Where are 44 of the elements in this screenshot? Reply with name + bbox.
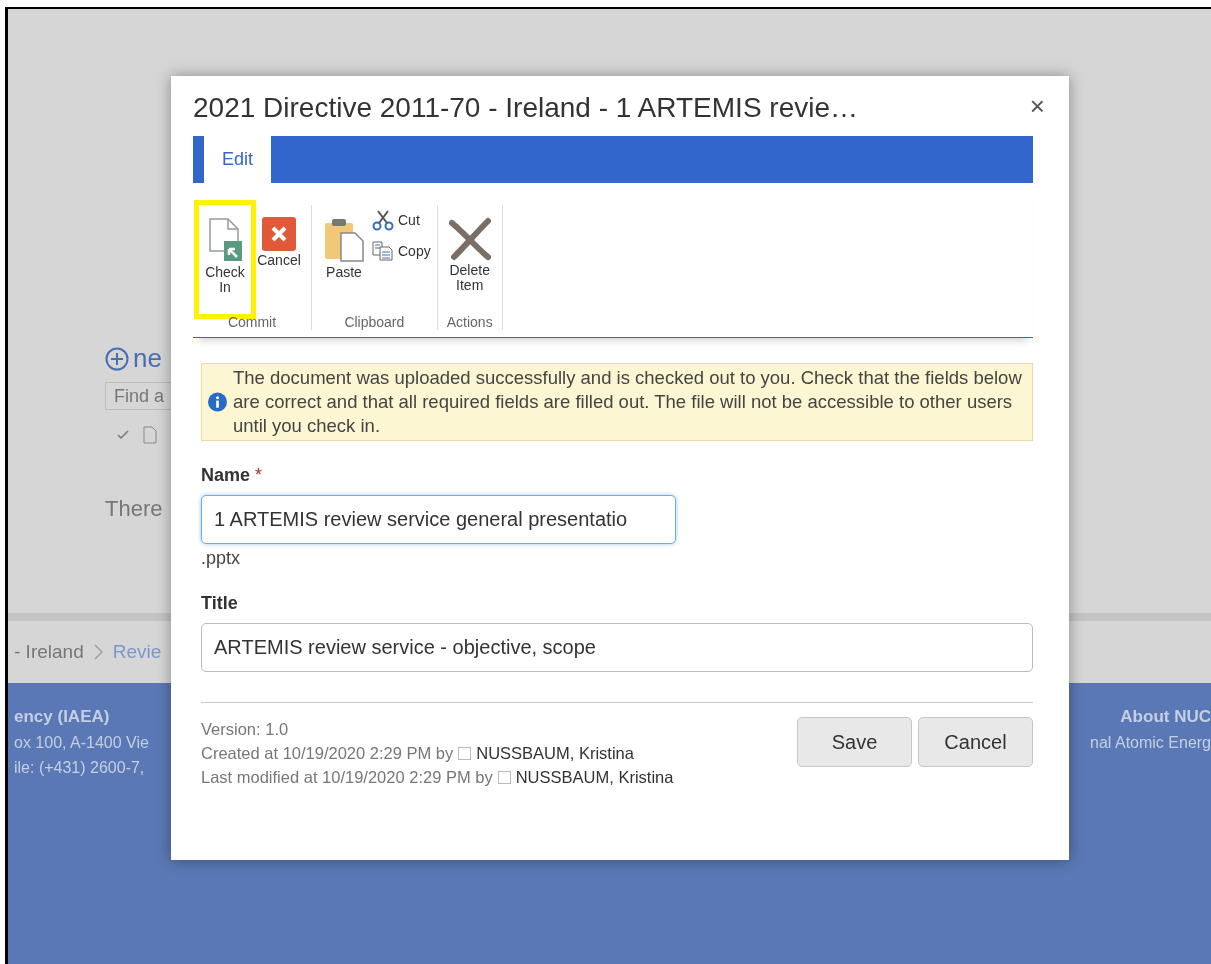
cut-button[interactable]: Cut bbox=[372, 209, 431, 231]
user-photo-icon bbox=[497, 770, 511, 784]
check-icon bbox=[117, 430, 129, 440]
empty-list-text: There bbox=[105, 496, 163, 522]
footer-text: ile: (+431) 2600-7, bbox=[14, 759, 146, 777]
chevron-icon bbox=[93, 644, 103, 660]
copy-icon bbox=[372, 241, 394, 261]
info-icon bbox=[208, 392, 227, 412]
user-photo-icon bbox=[458, 746, 472, 760]
copy-button[interactable]: Copy bbox=[372, 241, 431, 261]
timestamp-text: Last modified at 10/19/2020 2:29 PM by bbox=[201, 767, 493, 788]
paste-button[interactable]: Paste bbox=[318, 205, 370, 314]
user-link[interactable]: NUSSBAUM, Kristina bbox=[476, 741, 634, 765]
ribbon-group-label: Clipboard bbox=[344, 314, 405, 330]
user-link[interactable]: NUSSBAUM, Kristina bbox=[515, 765, 674, 789]
delete-button[interactable]: Delete Item bbox=[443, 205, 496, 314]
dialog-title: 2021 Directive 2011-70 - Ireland - 1 ARTEMIS revie… bbox=[193, 91, 859, 124]
close-button[interactable]: × bbox=[1029, 90, 1045, 122]
close-icon bbox=[262, 217, 296, 251]
ribbon-group-label: Commit bbox=[227, 314, 277, 330]
check-in-button[interactable]: Check In bbox=[199, 205, 251, 314]
text-field[interactable]: 1 ARTEMIS review service general presentatio bbox=[201, 495, 676, 544]
x-mark-icon bbox=[447, 217, 492, 261]
version-text: Version: 1.0 bbox=[201, 719, 290, 740]
timestamp-text: Created at 10/19/2020 2:29 PM by bbox=[201, 743, 454, 764]
footer-text: ox 100, A-1400 Vie bbox=[14, 734, 149, 752]
document-icon bbox=[143, 426, 157, 444]
document-arrow-icon bbox=[208, 217, 242, 263]
plus-circle-icon bbox=[105, 346, 129, 371]
footer-text: About NUC bbox=[1120, 707, 1211, 727]
field-label: Name * bbox=[201, 465, 263, 486]
footer-text: nal Atomic Energ bbox=[1090, 734, 1211, 752]
footer-text: ency (IAEA) bbox=[14, 707, 111, 727]
ribbon-group-label: Actions bbox=[446, 314, 493, 330]
clipboard-icon bbox=[323, 217, 365, 263]
field-label: Title bbox=[201, 593, 238, 614]
cancel-button[interactable]: Cancel bbox=[253, 205, 305, 314]
ribbon-tab[interactable]: Edit bbox=[204, 136, 272, 183]
message-text: The document was uploaded successfully and is checked out to you. Check that the fields below are correct and that all required fields are filled out. The file will not be accessible to other users until you check in. bbox=[233, 366, 1023, 438]
scissors-icon bbox=[372, 209, 394, 231]
text-field[interactable]: ARTEMIS review service - objective, scope bbox=[201, 623, 1033, 672]
save-button[interactable]: Save bbox=[797, 717, 912, 767]
file-extension-text: .pptx bbox=[201, 548, 241, 569]
cancel-button[interactable]: Cancel bbox=[918, 717, 1033, 767]
